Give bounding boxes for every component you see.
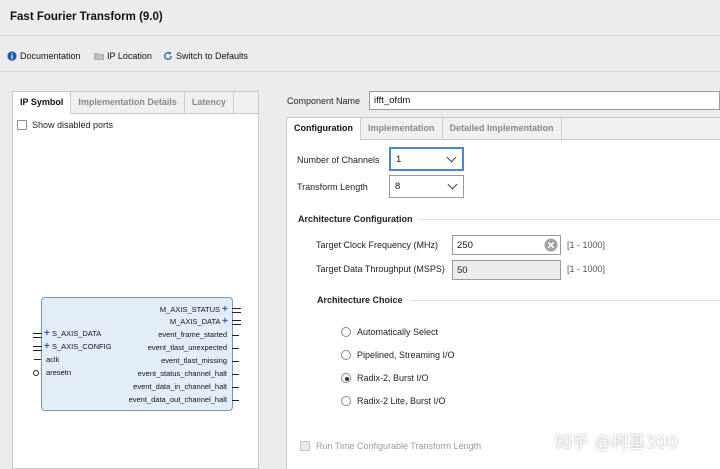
clear-icon[interactable] [544, 238, 558, 252]
option-auto[interactable]: Automatically Select [341, 327, 438, 337]
port-event-data-in-channel-halt: event_data_in_channel_halt [133, 382, 227, 391]
port-event-data-out-channel-halt: event_data_out_channel_halt [128, 395, 227, 404]
switch-defaults-button[interactable]: Switch to Defaults [163, 51, 248, 61]
watermark: 知乎 @柯基300 [555, 433, 678, 453]
throughput-label: Target Data Throughput (MSPS) [316, 264, 445, 274]
pin-event-tlast-missing [232, 361, 239, 362]
transform-length-dropdown[interactable]: 8 [389, 175, 464, 198]
info-icon [7, 51, 17, 61]
port-event-status-channel-halt: event_status_channel_halt [137, 369, 227, 378]
throughput-value: 50 [457, 264, 468, 276]
bus-pin-s-axis-data [33, 333, 42, 338]
bus-pin-m-axis-data [232, 320, 241, 325]
runtime-length-checkbox [300, 441, 310, 451]
right-tabbar: Configuration Implementation Detailed Im… [287, 118, 720, 140]
tab-implementation-details[interactable]: Implementation Details [71, 92, 185, 113]
port-event-tlast-unexpected: event_tlast_unexpected [147, 343, 227, 352]
component-name-label: Component Name [287, 96, 361, 106]
arch-config-title: Architecture Configuration [298, 214, 413, 224]
option-pipelined[interactable]: Pipelined, Streaming I/O [341, 350, 455, 360]
transform-length-value: 8 [395, 181, 401, 192]
bus-pin-m-axis-status [232, 308, 241, 313]
radio-auto[interactable] [341, 327, 351, 337]
port-s-axis-data: + S_AXIS_DATA [44, 328, 102, 339]
pin-event-tlast-unexpected [232, 348, 239, 349]
tab-implementation[interactable]: Implementation [361, 118, 443, 139]
ip-symbol-block [41, 297, 233, 411]
clock-label: Target Clock Frequency (MHz) [316, 240, 439, 250]
arch-choice-title: Architecture Choice [317, 295, 403, 305]
option-radix2-lite[interactable]: Radix-2 Lite, Burst I/O [341, 396, 446, 406]
runtime-length-option: Run Time Configurable Transform Length [300, 441, 481, 451]
documentation-button[interactable]: Documentation [7, 51, 81, 61]
channels-label: Number of Channels [297, 155, 380, 165]
port-event-tlast-missing: event_tlast_missing [161, 356, 227, 365]
toolbar-divider [0, 71, 720, 72]
tab-detailed-implementation[interactable]: Detailed Implementation [443, 118, 562, 139]
chevron-down-icon [447, 179, 458, 190]
pin-event-data-out-channel-halt [232, 400, 239, 401]
window-title: Fast Fourier Transform (9.0) [10, 11, 163, 23]
chevron-down-icon [446, 152, 457, 163]
transform-length-label: Transform Length [297, 182, 368, 192]
radio-radix2[interactable] [341, 373, 351, 383]
bus-pin-s-axis-config [33, 346, 42, 351]
port-aresetn: aresetn [46, 368, 72, 377]
clock-value: 250 [457, 239, 473, 251]
pin-aclk [34, 359, 41, 360]
channels-value: 1 [396, 153, 402, 165]
tab-configuration[interactable]: Configuration [287, 118, 361, 140]
pin-event-data-in-channel-halt [232, 387, 239, 388]
show-disabled-ports-label: Show disabled ports [32, 120, 114, 130]
port-aclk: aclk [46, 355, 60, 364]
pin-aresetn [33, 370, 39, 376]
throughput-range: [1 - 1000] [567, 264, 606, 274]
arch-config-divider [420, 219, 720, 220]
pin-event-frame-started [232, 335, 239, 336]
title-divider [0, 35, 720, 36]
refresh-icon [164, 51, 172, 60]
switch-defaults-label: Switch to Defaults [176, 51, 249, 61]
throughput-input: 50 [452, 260, 561, 280]
tab-ip-symbol[interactable]: IP Symbol [13, 92, 72, 114]
arch-choice-divider [410, 300, 720, 301]
runtime-length-label: Run Time Configurable Transform Length [316, 441, 482, 451]
ip-symbol-panel: IP Symbol Implementation Details Latency [12, 91, 259, 469]
tab-latency[interactable]: Latency [185, 92, 234, 113]
radio-pipelined[interactable] [341, 350, 351, 360]
channels-dropdown[interactable]: 1 [389, 147, 464, 171]
folder-icon [94, 53, 104, 60]
left-tabbar: IP Symbol Implementation Details Latency [13, 92, 258, 114]
pin-event-status-channel-halt [232, 374, 239, 375]
show-disabled-ports[interactable]: Show disabled ports [17, 120, 113, 130]
port-event-frame-started: event_frame_started [158, 330, 227, 339]
clock-range: [1 - 1000] [567, 240, 606, 250]
port-m-axis-data: M_AXIS_DATA + [169, 316, 228, 327]
documentation-label: Documentation [20, 51, 81, 61]
show-disabled-ports-checkbox[interactable] [17, 120, 27, 130]
radio-radix2-lite[interactable] [341, 396, 351, 406]
component-name-input[interactable]: ifft_ofdm [369, 91, 720, 110]
port-m-axis-status: M_AXIS_STATUS + [159, 304, 228, 315]
configuration-panel: Configuration Implementation Detailed Im… [286, 117, 720, 469]
ip-location-button[interactable]: IP Location [94, 51, 152, 61]
option-radix2[interactable]: Radix-2, Burst I/O [341, 373, 429, 383]
ip-location-label: IP Location [107, 51, 152, 61]
